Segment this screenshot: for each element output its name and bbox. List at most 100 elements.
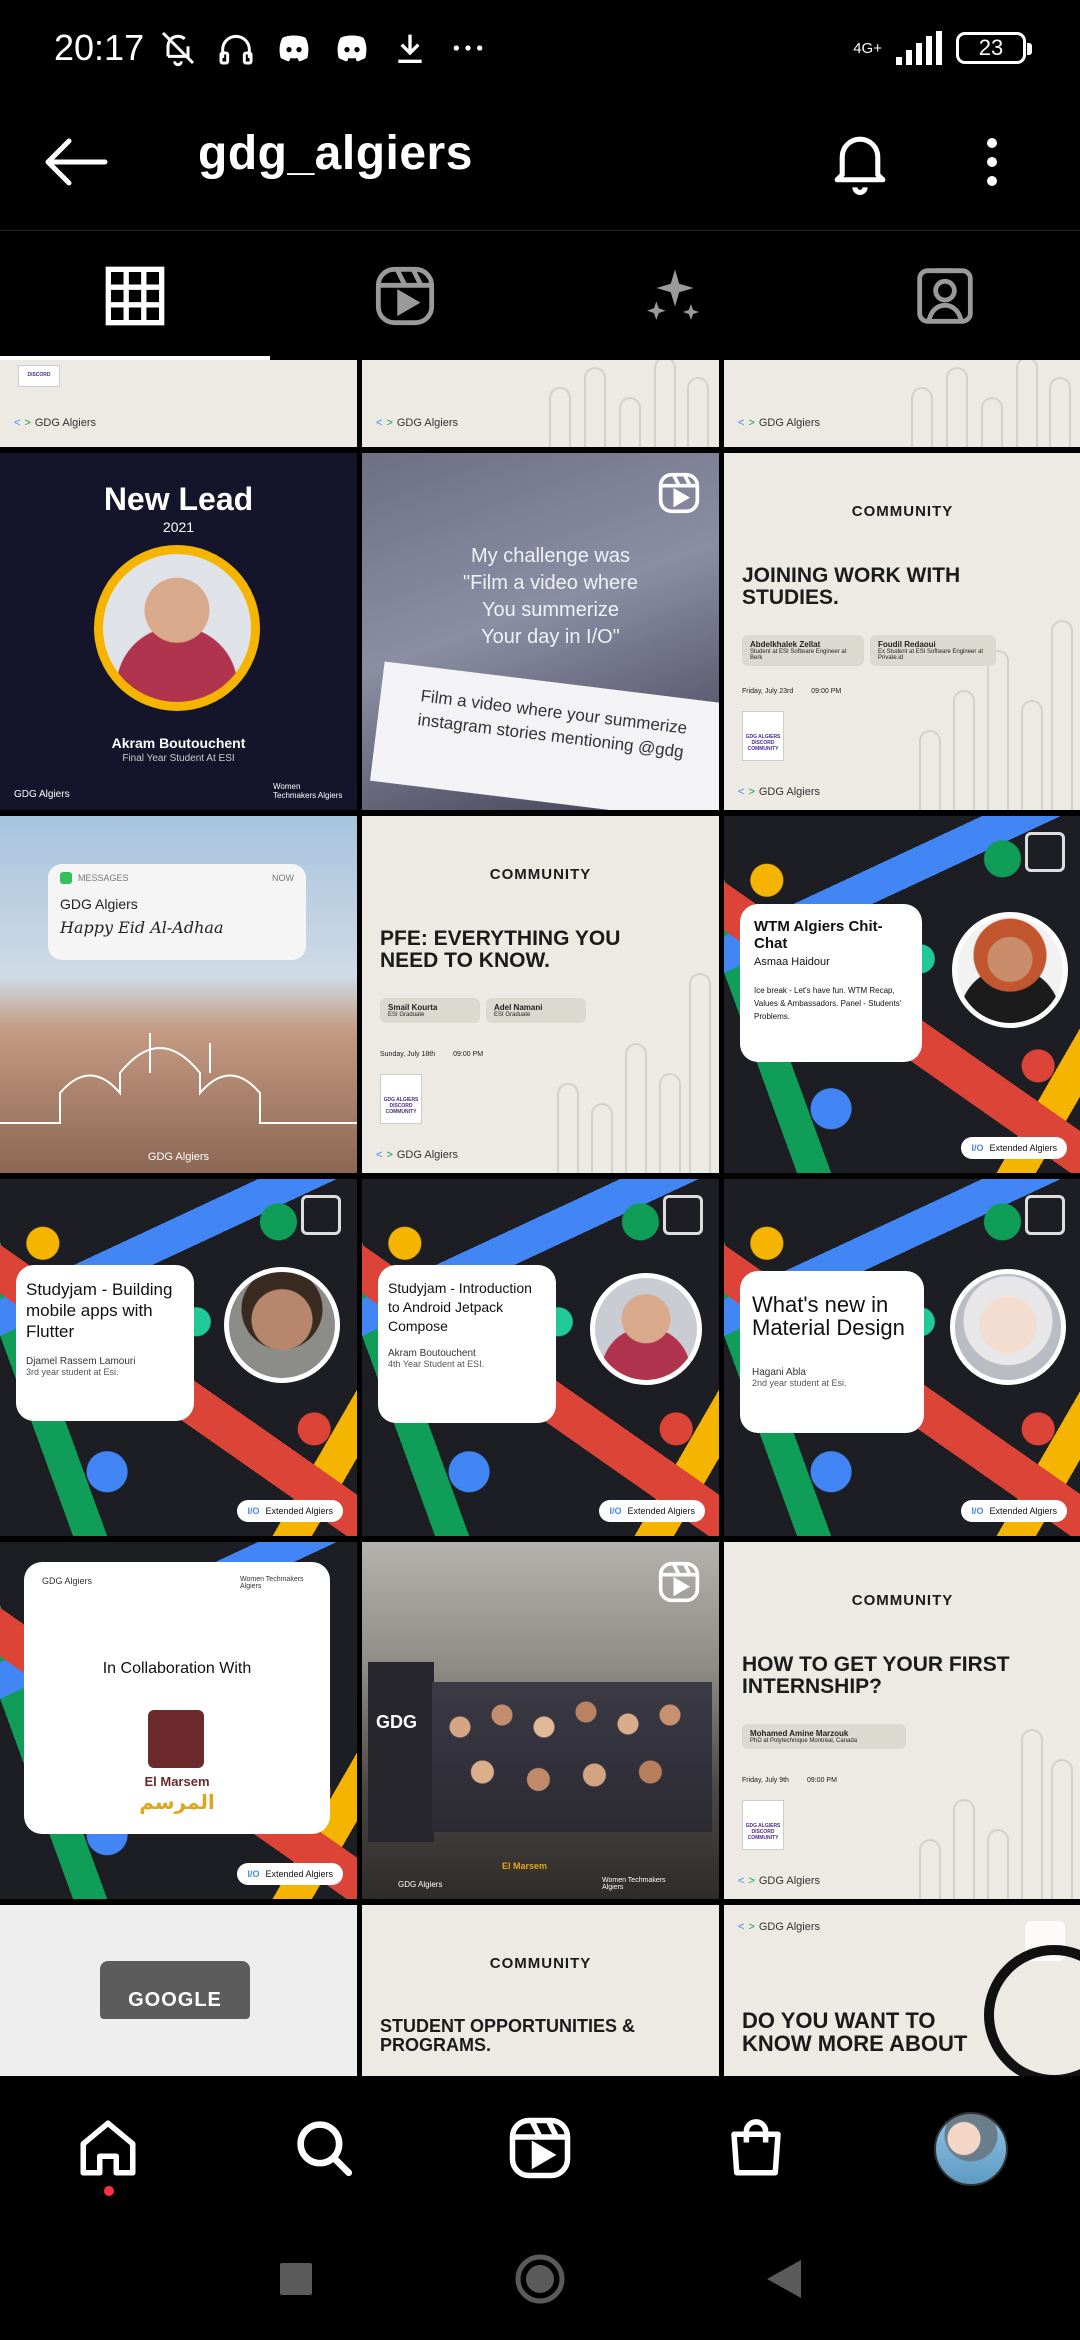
- speaker-role: Final Year Student At ESI: [122, 753, 235, 764]
- tagged-person-icon: [917, 268, 973, 324]
- event-host: Asmaa Haidour: [754, 956, 830, 968]
- brand-text: GDG Algiers: [396, 1149, 459, 1161]
- tab-posts[interactable]: [0, 231, 270, 361]
- more-options-button[interactable]: [968, 122, 1016, 202]
- caption-line: You summerize: [481, 599, 620, 621]
- post-tile-first-internship[interactable]: COMMUNITY HOW TO GET YOUR FIRST INTERNSH…: [724, 1542, 1080, 1899]
- speaker-role: Ex Student at ESI Software Engineer at P…: [878, 649, 984, 661]
- post-year: 2021: [162, 519, 195, 535]
- brand-label: < > GDG Algiers: [738, 417, 821, 429]
- event-time: 09:00 PM: [806, 1777, 837, 1784]
- post-tile-compose-studyjam[interactable]: Studyjam - Introduction to Android Jetpa…: [362, 1179, 719, 1536]
- event-date: Sunday, July 18th: [380, 1051, 436, 1058]
- post-tile-new-lead[interactable]: New Lead 2021 Akram Boutouchent Final Ye…: [0, 453, 357, 810]
- speaker-role: PhD at Polytechnique Montréal, Canada: [750, 1738, 858, 1744]
- profile-header: gdg_algiers: [0, 96, 1080, 230]
- headphones-icon: [219, 34, 253, 65]
- tab-guides[interactable]: [540, 231, 810, 361]
- brand-label: < > GDG Algiers: [738, 1875, 821, 1887]
- grid-icon: [105, 266, 165, 326]
- event-date: Friday, July 23rd: [742, 688, 794, 695]
- paper-strip: Film a video where your summerize instag…: [370, 661, 719, 810]
- battery-indicator: 23: [956, 32, 1032, 64]
- post-tile-know-more[interactable]: < > GDG Algiers DO YOU WANT TO KNOW MORE A…: [724, 1905, 1080, 2076]
- reels-icon: [658, 1561, 700, 1603]
- brand-text: GDG Algiers: [758, 786, 821, 798]
- nav-profile-avatar[interactable]: [934, 2112, 1008, 2186]
- notification-sender: GDG Algiers: [60, 896, 138, 912]
- post-tile-challenge-reel[interactable]: My challenge was "Film a video where You…: [362, 453, 719, 810]
- square-icon: [280, 2263, 312, 2295]
- notification-time: NOW: [272, 873, 294, 883]
- brand-label: GDG Algiers: [147, 1151, 210, 1163]
- brand-label: < > GDG Algiers: [376, 417, 459, 429]
- signal-icon: [896, 31, 942, 65]
- caption-line: My challenge was: [471, 545, 630, 567]
- circle-icon: [515, 2254, 565, 2304]
- brand-pill: I/O Extended Algiers: [961, 1137, 1067, 1159]
- reels-icon: [658, 472, 700, 514]
- carousel-icon: [1025, 1195, 1065, 1235]
- tab-reels[interactable]: [270, 231, 540, 361]
- speaker-name: Hagani Abla: [752, 1367, 806, 1378]
- rollup-banner: GDG: [368, 1662, 434, 1842]
- speaker-role: 3rd year student at Esi.: [26, 1367, 119, 1377]
- post-tile-collaboration[interactable]: GDG Algiers Women Techmakers Algiers In …: [0, 1542, 357, 1899]
- decorative-bars: [539, 360, 709, 447]
- event-datetime: Friday, July 9th 09:00 PM: [742, 1777, 837, 1784]
- headphone-graphic: [984, 1945, 1080, 2076]
- event-date: Friday, July 9th: [742, 1777, 789, 1784]
- brand-pill: I/O Extended Algiers: [237, 1500, 343, 1522]
- brand-text: Extended Algiers: [989, 1506, 1057, 1516]
- speaker-role: 2nd year student at Esi.: [752, 1378, 847, 1388]
- post-headline: DO YOU WANT TO KNOW MORE ABOUT: [742, 2008, 968, 2057]
- bell-icon: [834, 136, 886, 195]
- post-tile[interactable]: < > GDG Algiers: [362, 360, 719, 447]
- speaker-chip: Smail Kourta ESI Graduate: [380, 998, 480, 1023]
- post-tile[interactable]: < > GDG Algiers: [724, 360, 1080, 447]
- post-tile-material-design[interactable]: What's new in Material Design Hagani Abl…: [724, 1179, 1080, 1536]
- post-tile-joining-work[interactable]: COMMUNITY JOINING WORK WITH STUDIES. Abd…: [724, 453, 1080, 810]
- speaker-role: ESI Graduate: [494, 1012, 531, 1018]
- decorative-bars: [901, 360, 1071, 447]
- google-sign: GOOGLE: [100, 1961, 250, 2019]
- post-tile-eid[interactable]: MESSAGES NOW GDG Algiers Happy Eid Al-Ad…: [0, 816, 357, 1173]
- nav-search[interactable]: [276, 2100, 372, 2196]
- home-system-button[interactable]: [500, 2244, 580, 2314]
- post-tile-wtm-chit-chat[interactable]: WTM Algiers Chit-Chat Asmaa Haidour Ice …: [724, 816, 1080, 1173]
- post-tile[interactable]: < > GDG Algiers DISCORD: [0, 360, 357, 447]
- brand-label: < > GDG Algiers: [376, 1149, 459, 1161]
- back-button[interactable]: [40, 126, 112, 198]
- post-tile-student-opportunities[interactable]: COMMUNITY STUDENT OPPORTUNITIES & PROGRA…: [362, 1905, 719, 2076]
- speaker-role: ESI Graduate: [388, 1012, 425, 1018]
- post-tile-google[interactable]: GOOGLE: [0, 1905, 357, 2076]
- nav-home[interactable]: [60, 2100, 156, 2196]
- post-tile-flutter-studyjam[interactable]: Studyjam - Building mobile apps with Flu…: [0, 1179, 357, 1536]
- discord-badge: GDG ALGIERS DISCORD COMMUNITY: [742, 711, 784, 761]
- notifications-button[interactable]: [822, 122, 898, 202]
- speaker-name: Djamel Rassem Lamouri: [26, 1356, 136, 1367]
- back-system-button[interactable]: [744, 2244, 824, 2314]
- post-tile-pfe[interactable]: COMMUNITY PFE: EVERYTHING YOU NEED TO KN…: [362, 816, 719, 1173]
- post-tile-group-photo[interactable]: GDG GDG Algiers El Marsem Women Techmake…: [362, 1542, 719, 1899]
- event-datetime: Sunday, July 18th 09:00 PM: [380, 1051, 483, 1058]
- nav-reels[interactable]: [492, 2100, 588, 2196]
- recents-button[interactable]: [256, 2244, 336, 2314]
- discord-badge: GDG ALGIERS DISCORD COMMUNITY: [380, 1074, 422, 1124]
- tab-tagged[interactable]: [810, 231, 1080, 361]
- carousel-icon: [1025, 832, 1065, 872]
- post-headline: PFE: EVERYTHING YOU NEED TO KNOW.: [380, 927, 621, 973]
- more-dots-icon: [453, 45, 483, 51]
- event-card: What's new in Material Design Hagani Abl…: [740, 1271, 924, 1433]
- speaker-photo: [590, 1273, 702, 1385]
- speaker-chip: Mohamed Amine Marzouk PhD at Polytechniqu…: [742, 1724, 906, 1749]
- event-datetime: Friday, July 23rd 09:00 PM: [742, 688, 841, 695]
- speaker-photo: [224, 1267, 340, 1383]
- collab-text: In Collaboration With: [102, 1660, 252, 1677]
- carousel-icon: [663, 1195, 703, 1235]
- nav-shop[interactable]: [708, 2100, 804, 2196]
- caption-line: "Film a video where: [463, 572, 638, 594]
- shopping-bag-icon: [731, 2119, 781, 2176]
- triangle-back-icon: [767, 2260, 801, 2298]
- speaker-name: Mohamed Amine Marzouk: [750, 1729, 849, 1738]
